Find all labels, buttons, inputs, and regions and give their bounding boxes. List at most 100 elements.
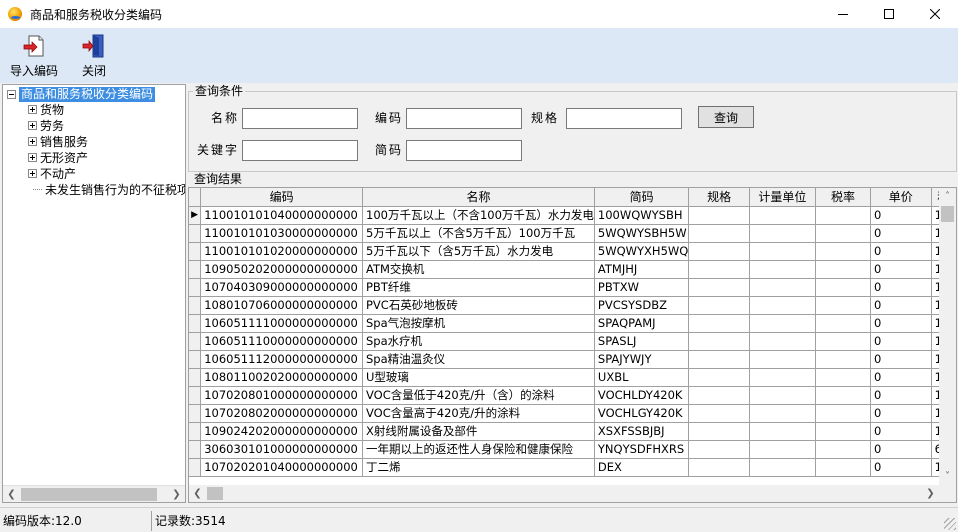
table-cell[interactable] (688, 332, 750, 351)
table-row[interactable]: 110010101030000000000 5万千瓦以上（不含5万千瓦）100万千… (189, 224, 956, 243)
name-input[interactable] (242, 108, 358, 129)
table-cell[interactable]: 0 (870, 206, 932, 225)
table-cell[interactable] (688, 368, 750, 387)
row-header[interactable] (189, 404, 202, 423)
row-header[interactable] (189, 350, 202, 369)
table-cell[interactable]: 0 (870, 386, 932, 405)
table-cell[interactable]: X射线附属设备及部件 (362, 422, 595, 441)
table-cell[interactable]: 5万千瓦以上（不含5万千瓦）100万千瓦 (362, 224, 595, 243)
table-cell[interactable] (749, 440, 816, 459)
table-cell[interactable] (749, 458, 816, 477)
table-cell[interactable] (815, 278, 872, 297)
table-cell[interactable]: Spa气泡按摩机 (362, 314, 595, 333)
table-cell[interactable]: 0 (870, 224, 932, 243)
table-cell[interactable] (688, 278, 750, 297)
table-cell[interactable]: 109050202000000000000 (200, 260, 363, 279)
table-cell[interactable] (815, 350, 872, 369)
table-cell[interactable]: 0 (870, 296, 932, 315)
table-cell[interactable] (749, 332, 816, 351)
table-cell[interactable] (815, 440, 872, 459)
table-cell[interactable]: SPAJYWJY (594, 350, 690, 369)
tree-item-sales-services[interactable]: 销售服务 (28, 133, 185, 149)
table-cell[interactable] (815, 296, 872, 315)
expand-icon[interactable] (28, 168, 37, 178)
table-cell[interactable] (749, 386, 816, 405)
category-tree[interactable]: 商品和服务税收分类编码 货物 劳务 销售服务 无形资产 不动产 未发生销售行为的… (2, 84, 186, 503)
tree-item-intangible-assets[interactable]: 无形资产 (28, 149, 185, 165)
table-cell[interactable] (815, 386, 872, 405)
table-cell[interactable]: VOC含量高于420克/升的涂料 (362, 404, 595, 423)
table-row[interactable]: 107040309000000000000PBT纤维PBTXW017 (189, 278, 956, 297)
table-cell[interactable] (749, 422, 816, 441)
scroll-right-icon[interactable]: ❯ (922, 485, 939, 502)
table-cell[interactable]: 0 (870, 260, 932, 279)
scroll-up-icon[interactable]: ˄ (939, 188, 956, 205)
table-cell[interactable] (815, 224, 872, 243)
table-cell[interactable]: 0 (870, 368, 932, 387)
table-row[interactable]: 107020201040000000000丁二烯DEX017 (189, 458, 956, 477)
column-header[interactable]: 规格 (688, 188, 750, 207)
table-cell[interactable] (815, 242, 872, 261)
table-cell[interactable]: 106051111000000000000 (200, 314, 363, 333)
table-cell[interactable]: ATMJHJ (594, 260, 690, 279)
table-cell[interactable]: Spa水疗机 (362, 332, 595, 351)
row-header[interactable] (189, 332, 202, 351)
row-header[interactable] (189, 458, 202, 477)
table-cell[interactable]: 0 (870, 314, 932, 333)
table-cell[interactable]: 0 (870, 332, 932, 351)
resize-grip-icon[interactable] (944, 518, 956, 530)
table-cell[interactable]: 5万千瓦以下（含5万千瓦）水力发电 (362, 242, 595, 261)
table-cell[interactable] (815, 206, 872, 225)
code-input[interactable] (406, 108, 522, 129)
table-cell[interactable] (688, 458, 750, 477)
row-header[interactable] (189, 386, 202, 405)
scroll-thumb[interactable] (21, 488, 157, 501)
row-header[interactable] (189, 278, 202, 297)
row-header[interactable] (189, 368, 202, 387)
table-cell[interactable]: 0 (870, 458, 932, 477)
table-cell[interactable] (688, 386, 750, 405)
table-cell[interactable] (749, 206, 816, 225)
table-row[interactable]: 107020801000000000000 VOC含量低于420克/升（含）的涂料… (189, 386, 956, 405)
scroll-right-icon[interactable]: ❯ (168, 486, 185, 502)
table-cell[interactable]: 一年期以上的返还性人身保险和健康保险 (362, 440, 595, 459)
table-cell[interactable] (688, 422, 750, 441)
table-cell[interactable] (688, 296, 750, 315)
table-cell[interactable]: 0 (870, 350, 932, 369)
expand-icon[interactable] (28, 136, 37, 146)
import-code-button[interactable]: 导入编码 (4, 28, 64, 79)
table-row[interactable]: 109050202000000000000ATM交换机ATMJHJ017 (189, 260, 956, 279)
table-cell[interactable] (749, 314, 816, 333)
table-cell[interactable] (815, 260, 872, 279)
maximize-icon[interactable] (866, 0, 912, 28)
table-cell[interactable] (815, 368, 872, 387)
current-row-indicator-icon[interactable]: ▶ (189, 206, 202, 225)
scroll-thumb[interactable] (207, 487, 223, 500)
table-row[interactable]: 306030101000000000000 一年期以上的返还性人身保险和健康保险 Y… (189, 440, 956, 459)
close-window-icon[interactable] (912, 0, 958, 28)
table-cell[interactable]: 106051112000000000000 (200, 350, 363, 369)
scroll-left-icon[interactable]: ❮ (3, 486, 20, 502)
table-cell[interactable]: YNQYSDFHXRS (594, 440, 690, 459)
table-row[interactable]: 108011002020000000000U型玻璃UXBL017 (189, 368, 956, 387)
table-cell[interactable]: 110010101020000000000 (200, 242, 363, 261)
row-header[interactable] (189, 242, 202, 261)
table-cell[interactable]: 5WQWYSBH5W (594, 224, 690, 243)
table-cell[interactable]: 0 (870, 404, 932, 423)
table-cell[interactable] (815, 404, 872, 423)
spec-input[interactable] (566, 108, 682, 129)
table-cell[interactable] (688, 440, 750, 459)
keyword-input[interactable] (242, 140, 358, 161)
tree-item-real-estate[interactable]: 不动产 (28, 165, 185, 181)
tree-root[interactable]: 商品和服务税收分类编码 (7, 87, 156, 102)
grid-horizontal-scrollbar[interactable]: ❮ ❯ (189, 485, 939, 502)
table-cell[interactable]: VOCHLGY420K (594, 404, 690, 423)
expand-icon[interactable] (28, 104, 37, 114)
table-cell[interactable]: 108010706000000000000 (200, 296, 363, 315)
collapse-icon[interactable] (7, 90, 16, 99)
table-row[interactable]: 106051111000000000000Spa气泡按摩机SPAQPAMJ017 (189, 314, 956, 333)
table-cell[interactable]: PBT纤维 (362, 278, 595, 297)
row-header[interactable] (189, 296, 202, 315)
table-cell[interactable]: Spa精油温灸仪 (362, 350, 595, 369)
table-cell[interactable]: 0 (870, 422, 932, 441)
